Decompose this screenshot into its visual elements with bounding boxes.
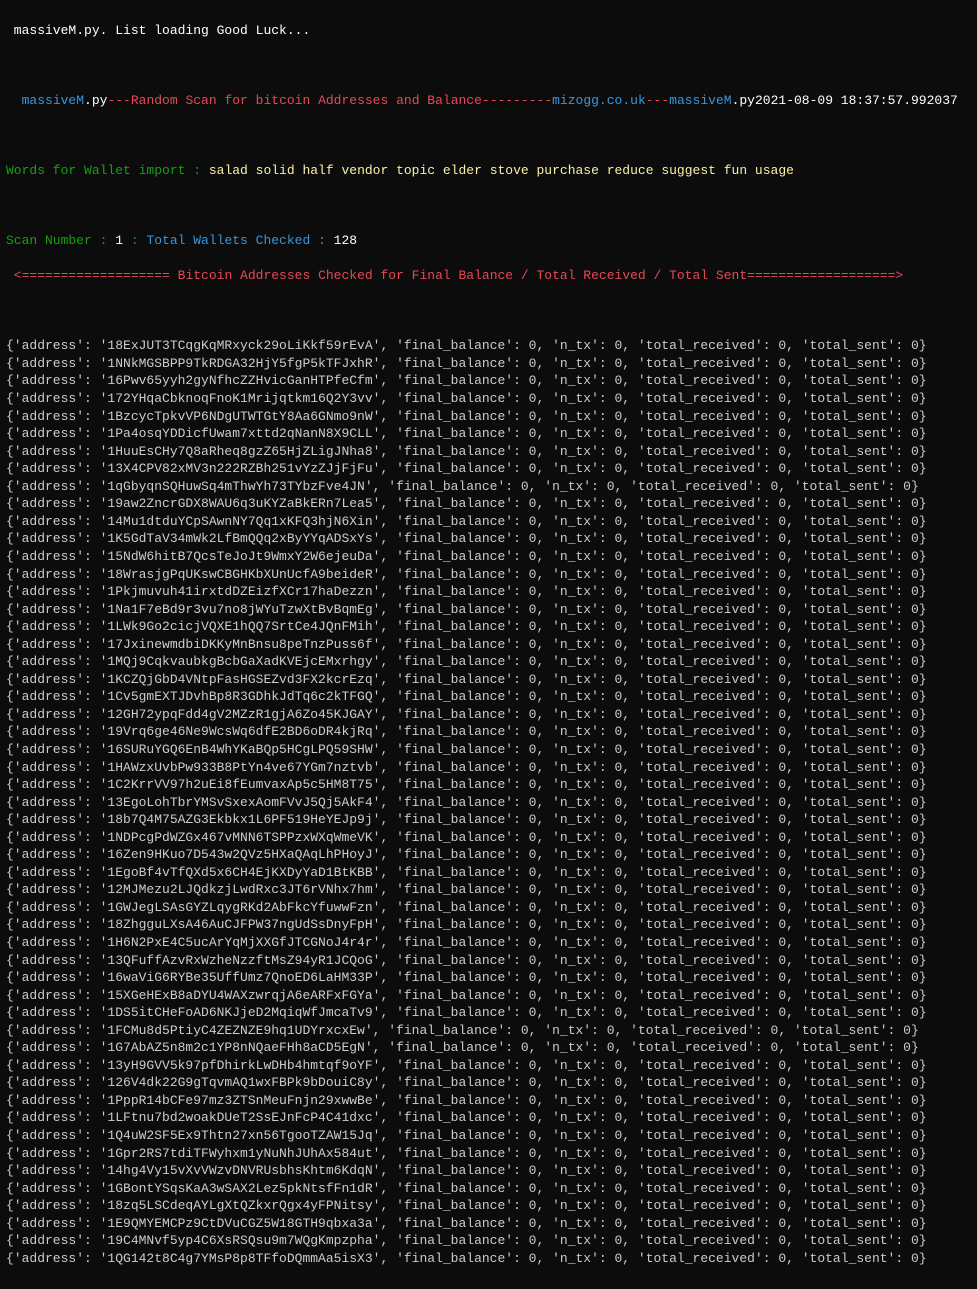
banner-line: massiveM.py---Random Scan for bitcoin Ad…	[6, 92, 971, 110]
address-row: {'address': '1E9QMYEMCPz9CtDVuCGZ5W18GTH…	[6, 1215, 971, 1233]
script-ext-left: .py	[84, 93, 107, 108]
address-row: {'address': '1BzcycTpkvVP6NDgUTWTGtY8Aa6…	[6, 408, 971, 426]
address-row: {'address': '19aw2ZncrGDX8WAU6q3uKYZaBkE…	[6, 495, 971, 513]
address-row: {'address': '14hg4Vy15vXvVWzvDNVRUsbhsKh…	[6, 1162, 971, 1180]
address-row: {'address': '1FCMu8d5PtiyC4ZEZNZE9hq1UDY…	[6, 1022, 971, 1040]
wallets-label: Total Wallets Checked :	[146, 233, 333, 248]
address-row: {'address': '14Mu1dtduYCpSAwnNY7Qq1xKFQ3…	[6, 513, 971, 531]
divider-eq-left: ===================	[22, 268, 170, 283]
site-name: mizogg.co.uk	[552, 93, 646, 108]
address-row: {'address': '172YHqaCbknoqFnoK1Mrijqtkm1…	[6, 390, 971, 408]
dashes-3: ---	[646, 93, 669, 108]
address-row: {'address': '1DS5itCHeFoAD6NKJjeD2MqiqWf…	[6, 1004, 971, 1022]
dashes-1: ---	[107, 93, 130, 108]
address-row: {'address': '1PppR14bCFe97mz3ZTSnMeuFnjn…	[6, 1092, 971, 1110]
words-value: salad solid half vendor topic elder stov…	[209, 163, 794, 178]
address-row: {'address': '1LWk9Go2cicjVQXE1hQQ7SrtCe4…	[6, 618, 971, 636]
address-row: {'address': '1LFtnu7bd2woakDUeT2SsEJnFcP…	[6, 1109, 971, 1127]
address-row: {'address': '1GWJegLSAsGYZLqygRKd2AbFkcY…	[6, 899, 971, 917]
address-row: {'address': '1Na1F7eBd9r3vu7no8jWYuTzwXt…	[6, 601, 971, 619]
address-row: {'address': '16waViG6RYBe35UffUmz7QnoED6…	[6, 969, 971, 987]
blank-line-3	[6, 197, 971, 215]
address-row: {'address': '1NNkMGSBPP9TkRDGA32HjY5fgP5…	[6, 355, 971, 373]
address-row: {'address': '12MJMezu2LJQdkzjLwdRxc3JT6r…	[6, 881, 971, 899]
address-row: {'address': '1H6N2PxE4C5ucArYqMjXXGfJTCG…	[6, 934, 971, 952]
blank-line-4	[6, 302, 971, 320]
address-row: {'address': '1NDPcgPdWZGx467vMNN6TSPPzxW…	[6, 829, 971, 847]
address-row: {'address': '17JxinewmdbiDKKyMnBnsu8peTn…	[6, 636, 971, 654]
address-row: {'address': '15NdW6hitB7QcsTeJoJt9WmxY2W…	[6, 548, 971, 566]
divider-line: <=================== Bitcoin Addresses C…	[6, 267, 971, 285]
divider-text: Bitcoin Addresses Checked for Final Bala…	[170, 268, 747, 283]
address-row: {'address': '18WrasjgPqUKswCBGHKbXUnUcfA…	[6, 566, 971, 584]
blank-line-2	[6, 127, 971, 145]
address-row: {'address': '1C2KrrVV97h2uEi8fEumvaxAp5c…	[6, 776, 971, 794]
address-row: {'address': '1Q4uW2SF5Ex9Thtn27xn56TgooT…	[6, 1127, 971, 1145]
banner-indent	[6, 93, 22, 108]
timestamp: 2021-08-09 18:37:57.992037	[755, 93, 958, 108]
blank-line-1	[6, 57, 971, 75]
address-row: {'address': '1Cv5gmEXTJDvhBp8R3GDhkJdTq6…	[6, 688, 971, 706]
address-row: {'address': '18ZhgguLXsA46AuCJFPW37ngUdS…	[6, 916, 971, 934]
divider-eq-right: ===================	[747, 268, 895, 283]
address-row: {'address': '1HuuEsCHy7Q8aRheq8gzZ65HjZL…	[6, 443, 971, 461]
scan-label: Scan Number :	[6, 233, 115, 248]
address-row: {'address': '13QFuffAzvRxWzheNzzftMsZ94y…	[6, 952, 971, 970]
scan-number: 1	[115, 233, 123, 248]
address-row: {'address': '1MQj9CqkvaubkgBcbGaXadKVEjc…	[6, 653, 971, 671]
address-row: {'address': '16Zen9HKuo7D543w2QVz5HXaQAq…	[6, 846, 971, 864]
banner-title: Random Scan for bitcoin Addresses and Ba…	[131, 93, 482, 108]
script-ext-right: .py	[732, 93, 755, 108]
scan-sep: :	[123, 233, 146, 248]
address-row: {'address': '1HAWzxUvbPw933B8PtYn4ve67YG…	[6, 759, 971, 777]
script-name-left: massiveM	[22, 93, 84, 108]
address-row: {'address': '1Gpr2RS7tdiTFWyhxm1yNuNhJUh…	[6, 1145, 971, 1163]
words-label: Words for Wallet import :	[6, 163, 209, 178]
address-row: {'address': '15XGeHExB8aDYU4WAXzwrqjA6eA…	[6, 987, 971, 1005]
address-row: {'address': '18b7Q4M75AZG3Ekbkx1L6PF519H…	[6, 811, 971, 829]
address-row: {'address': '12GH72ypqFdd4gV2MZzR1gjA6Zo…	[6, 706, 971, 724]
address-row: {'address': '16SURuYGQ6EnB4WhYKaBQp5HCgL…	[6, 741, 971, 759]
address-row: {'address': '1Pa4osqYDDicfUwam7xttd2qNan…	[6, 425, 971, 443]
address-row: {'address': '18zq5LSCdeqAYLgXtQZkxrQgx4y…	[6, 1197, 971, 1215]
address-rows: {'address': '18ExJUT3TCqgKqMRxyck29oLiKk…	[6, 337, 971, 1267]
address-row: {'address': '13EgoLohTbrYMSvSxexAomFVvJ5…	[6, 794, 971, 812]
address-row: {'address': '126V4dk22G9gTqvmAQ1wxFBPk9b…	[6, 1074, 971, 1092]
divider-right: >	[895, 268, 903, 283]
address-row: {'address': '1G7AbAZ5n8m2c1YP8nNQaeFHh8a…	[6, 1039, 971, 1057]
wallets-count: 128	[334, 233, 357, 248]
address-row: {'address': '19C4MNvf5yp4C6XsRSQsu9m7WQg…	[6, 1232, 971, 1250]
address-row: {'address': '1KCZQjGbD4VNtpFasHGSEZvd3FX…	[6, 671, 971, 689]
address-row: {'address': '1EgoBf4vTfQXd5x6CH4EjKXDyYa…	[6, 864, 971, 882]
address-row: {'address': '1Pkjmuvuh41irxtdDZEizfXCr17…	[6, 583, 971, 601]
address-row: {'address': '13X4CPV82xMV3n222RZBh251vYz…	[6, 460, 971, 478]
scan-line: Scan Number : 1 : Total Wallets Checked …	[6, 232, 971, 250]
address-row: {'address': '1GBontYSqsKaA3wSAX2Lez5pkNt…	[6, 1180, 971, 1198]
loading-line: massiveM.py. List loading Good Luck...	[6, 22, 971, 40]
words-line: Words for Wallet import : salad solid ha…	[6, 162, 971, 180]
address-row: {'address': '1QG142t8C4g7YMsP8p8TFfoDQmm…	[6, 1250, 971, 1268]
address-row: {'address': '1K5GdTaV34mWk2LfBmQQq2xByYY…	[6, 530, 971, 548]
dashes-2: ---------	[482, 93, 552, 108]
address-row: {'address': '16Pwv65yyh2gyNfhcZZHvicGanH…	[6, 372, 971, 390]
terminal-output: massiveM.py. List loading Good Luck... m…	[0, 0, 977, 1289]
address-row: {'address': '18ExJUT3TCqgKqMRxyck29oLiKk…	[6, 337, 971, 355]
script-name-right: massiveM	[669, 93, 731, 108]
address-row: {'address': '13yH9GVV5k97pfDhirkLwDHb4hm…	[6, 1057, 971, 1075]
address-row: {'address': '19Vrq6ge46Ne9WcsWq6dfE2BD6o…	[6, 723, 971, 741]
divider-left: <	[6, 268, 22, 283]
address-row: {'address': '1qGbyqnSQHuwSq4mThwYh73TYbz…	[6, 478, 971, 496]
